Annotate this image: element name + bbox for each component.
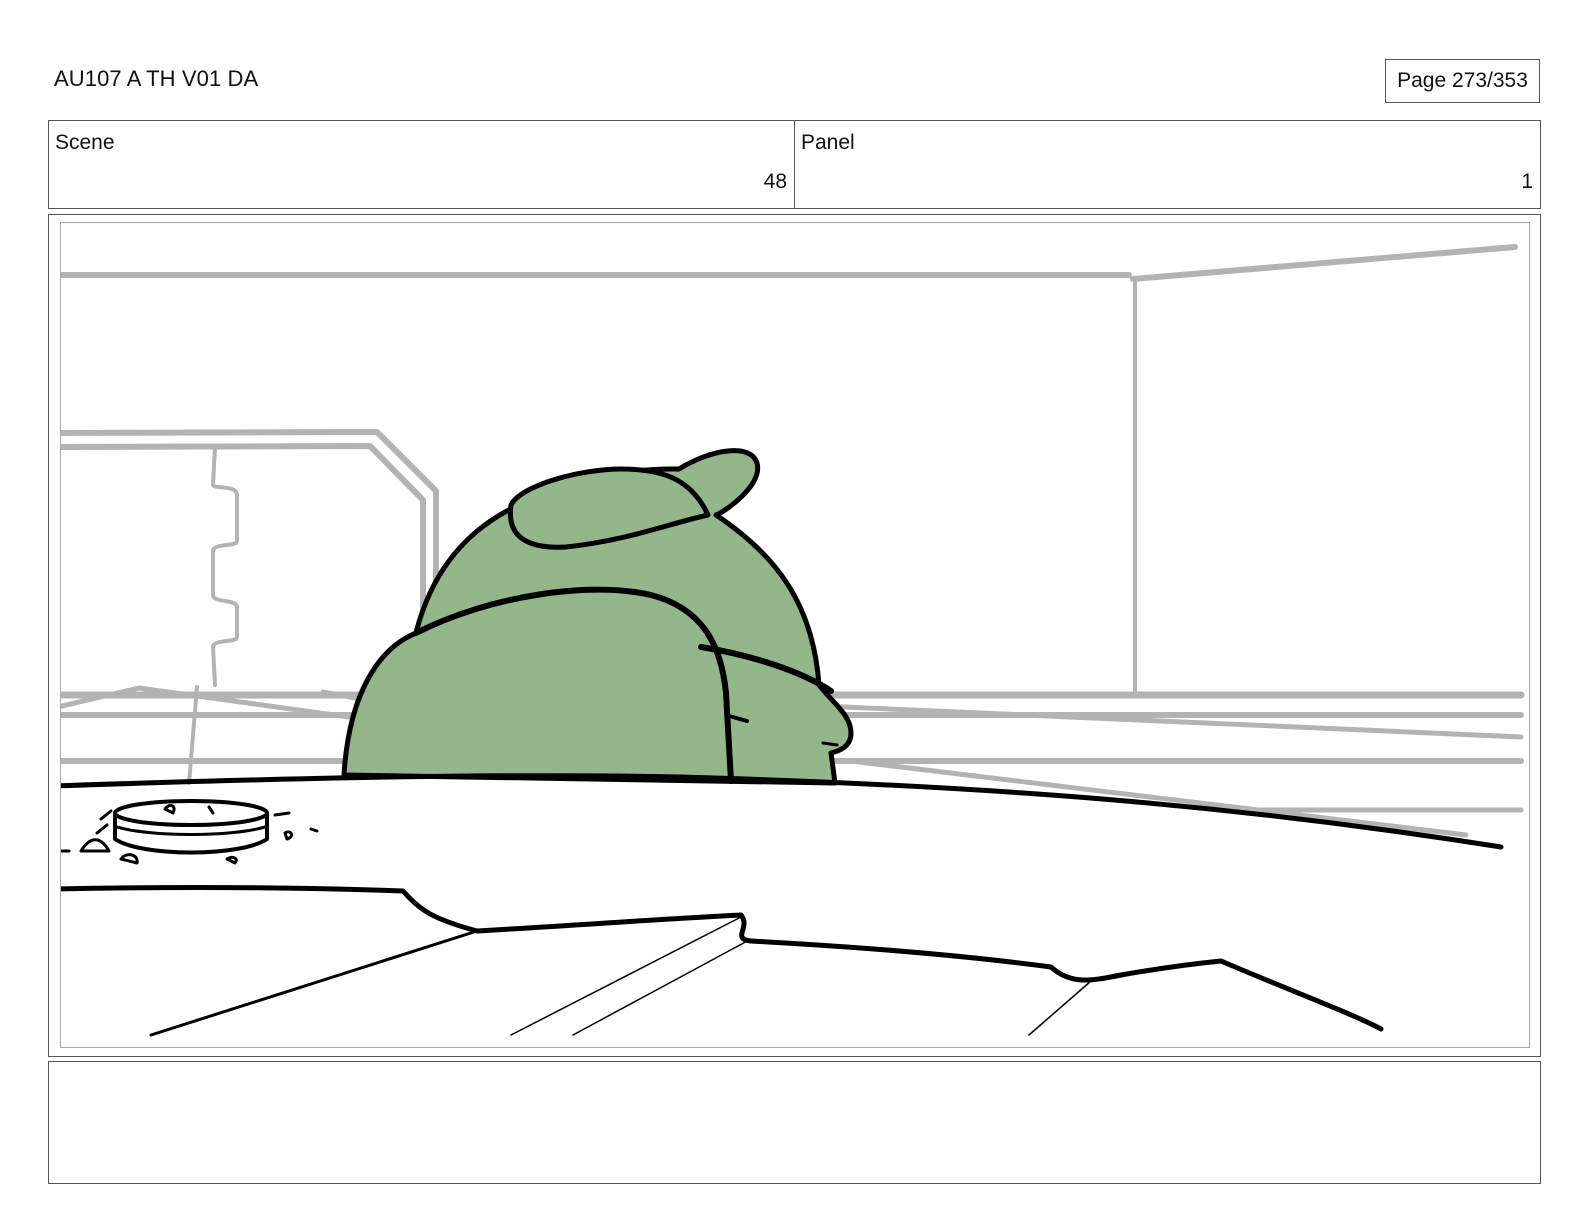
panel-label: Panel bbox=[801, 131, 855, 154]
panel-number: 1 bbox=[1521, 170, 1533, 193]
plate-with-crumbs bbox=[61, 799, 319, 865]
page-indicator: Page 273/353 bbox=[1385, 59, 1540, 103]
scene-label: Scene bbox=[55, 131, 115, 154]
storyboard-drawing bbox=[61, 244, 1525, 1037]
storyboard-panel bbox=[60, 222, 1530, 1048]
scene-cell: Scene 48 bbox=[49, 121, 794, 208]
foreground-ledge bbox=[61, 885, 1384, 1037]
dialogue-notes-box bbox=[48, 1061, 1541, 1184]
scene-panel-info-row: Scene 48 Panel 1 bbox=[48, 120, 1541, 209]
scene-number: 48 bbox=[763, 170, 787, 193]
character-chin bbox=[821, 741, 839, 747]
document-title: AU107 A TH V01 DA bbox=[54, 66, 259, 91]
panel-cell: Panel 1 bbox=[794, 121, 1540, 208]
